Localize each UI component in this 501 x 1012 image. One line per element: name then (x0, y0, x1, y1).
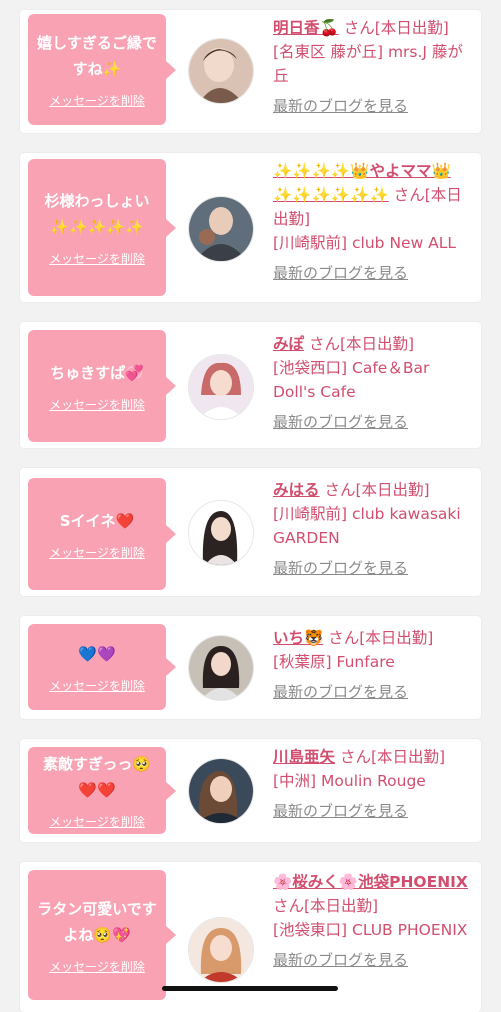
avatar[interactable] (188, 354, 254, 420)
shop-name: [中洲] Moulin Rouge (273, 772, 426, 790)
avatar[interactable] (188, 38, 254, 104)
message-bubble: ちゅきすぱ💞 メッセージを削除 (28, 330, 176, 442)
message-card: Sイイネ❤️ メッセージを削除 みはる さん[本日出勤] [川崎駅前] club… (20, 468, 481, 596)
message-bubble: 嬉しすぎるご縁ですね✨ メッセージを削除 (28, 14, 176, 125)
cast-name-link[interactable]: 川島亜矢 (273, 748, 335, 766)
blog-link[interactable]: 最新のブログを見る (273, 680, 473, 704)
avatar-photo-icon (189, 501, 253, 565)
avatar-photo-icon (189, 636, 253, 700)
message-bubble: ラタン可愛いですよね🥺💖 メッセージを削除 (28, 870, 176, 1000)
delete-message-link[interactable]: メッセージを削除 (49, 677, 145, 694)
shop-name: [川崎駅前] club kawasaki GARDEN (273, 505, 461, 547)
cast-status: さん[本日出勤] (339, 748, 446, 766)
message-card: 杉様わっしょい✨✨✨✨✨ メッセージを削除 ✨✨✨✨👑やよママ👑✨✨✨✨✨✨ さ… (20, 153, 481, 302)
profile-info: みぽ さん[本日出勤] [池袋西口] Cafe＆Bar Doll's Cafe … (273, 332, 473, 434)
message-text: ちゅきすぱ💞 (50, 363, 144, 382)
avatar-photo-icon (189, 197, 253, 261)
cast-name-link[interactable]: みはる (273, 481, 320, 499)
profile-info: 明日香🍒 さん[本日出勤] [名東区 藤が丘] mrs.J 藤が丘 最新のブログ… (273, 16, 473, 118)
message-card: 嬉しすぎるご縁ですね✨ メッセージを削除 明日香🍒 さん[本日出勤] [名東区 … (20, 10, 481, 133)
shop-name: [池袋西口] Cafe＆Bar Doll's Cafe (273, 359, 430, 401)
profile-info: 川島亜矢 さん[本日出勤] [中洲] Moulin Rouge 最新のブログを見… (273, 745, 473, 823)
profile-info: みはる さん[本日出勤] [川崎駅前] club kawasaki GARDEN… (273, 478, 473, 580)
delete-message-link[interactable]: メッセージを削除 (49, 813, 145, 830)
shop-name: [名東区 藤が丘] mrs.J 藤が丘 (273, 43, 463, 85)
profile-info: 🌸桜みく🌸池袋PHOENIX さん[本日出勤] [池袋東口] CLUB PHOE… (273, 870, 473, 972)
shop-name: [川崎駅前] club New ALL (273, 234, 457, 252)
avatar[interactable] (188, 758, 254, 824)
message-bubble: 杉様わっしょい✨✨✨✨✨ メッセージを削除 (28, 159, 176, 296)
delete-message-link[interactable]: メッセージを削除 (49, 544, 145, 561)
blog-link[interactable]: 最新のブログを見る (273, 948, 473, 972)
message-text: 素敵すぎっっ🥺❤️❤️ (42, 755, 152, 799)
cast-status: さん[本日出勤] (324, 481, 430, 499)
message-bubble: Sイイネ❤️ メッセージを削除 (28, 478, 176, 590)
avatar[interactable] (188, 917, 254, 983)
blog-link[interactable]: 最新のブログを見る (273, 261, 473, 285)
home-indicator[interactable] (162, 986, 338, 991)
delete-message-link[interactable]: メッセージを削除 (49, 92, 145, 109)
avatar-photo-icon (189, 918, 253, 982)
message-card: 💙💜 メッセージを削除 いち🐯 さん[本日出勤] [秋葉原] Funfare 最… (20, 616, 481, 719)
cast-name-link[interactable]: 🌸桜みく🌸池袋PHOENIX (273, 873, 468, 891)
message-text: 💙💜 (78, 644, 116, 663)
shop-name: [池袋東口] CLUB PHOENIX (273, 921, 468, 939)
blog-link[interactable]: 最新のブログを見る (273, 799, 473, 823)
cast-name-link[interactable]: 明日香🍒 (273, 19, 339, 37)
blog-link[interactable]: 最新のブログを見る (273, 94, 473, 118)
cast-status: さん[本日出勤] (308, 335, 415, 353)
delete-message-link[interactable]: メッセージを削除 (49, 958, 145, 975)
blog-link[interactable]: 最新のブログを見る (273, 556, 473, 580)
cast-status: さん[本日出勤] (343, 19, 449, 37)
profile-info: ✨✨✨✨👑やよママ👑✨✨✨✨✨✨ さん[本日出勤] [川崎駅前] club Ne… (273, 159, 473, 285)
message-bubble: 💙💜 メッセージを削除 (28, 624, 176, 710)
cast-name-link[interactable]: みぽ (273, 335, 304, 353)
cast-name-link[interactable]: いち🐯 (273, 629, 323, 647)
avatar-photo-icon (189, 759, 253, 823)
blog-link[interactable]: 最新のブログを見る (273, 410, 473, 434)
delete-message-link[interactable]: メッセージを削除 (49, 250, 145, 267)
avatar[interactable] (188, 635, 254, 701)
avatar[interactable] (188, 196, 254, 262)
message-text: ラタン可愛いですよね🥺💖 (37, 899, 157, 944)
avatar-photo-icon (189, 39, 253, 103)
profile-info: いち🐯 さん[本日出勤] [秋葉原] Funfare 最新のブログを見る (273, 626, 473, 704)
avatar[interactable] (188, 500, 254, 566)
message-text: 杉様わっしょい✨✨✨✨✨ (44, 192, 150, 236)
delete-message-link[interactable]: メッセージを削除 (49, 396, 145, 413)
shop-name: [秋葉原] Funfare (273, 653, 395, 671)
message-card: 素敵すぎっっ🥺❤️❤️ メッセージを削除 川島亜矢 さん[本日出勤] [中洲] … (20, 739, 481, 842)
message-bubble: 素敵すぎっっ🥺❤️❤️ メッセージを削除 (28, 747, 176, 834)
cast-status: さん[本日出勤] (273, 897, 379, 915)
message-card: ちゅきすぱ💞 メッセージを削除 みぽ さん[本日出勤] [池袋西口] Cafe＆… (20, 322, 481, 448)
message-text: Sイイネ❤️ (59, 511, 135, 530)
cast-status: さん[本日出勤] (328, 629, 434, 647)
avatar-photo-icon (189, 355, 253, 419)
message-text: 嬉しすぎるご縁ですね✨ (37, 34, 157, 78)
